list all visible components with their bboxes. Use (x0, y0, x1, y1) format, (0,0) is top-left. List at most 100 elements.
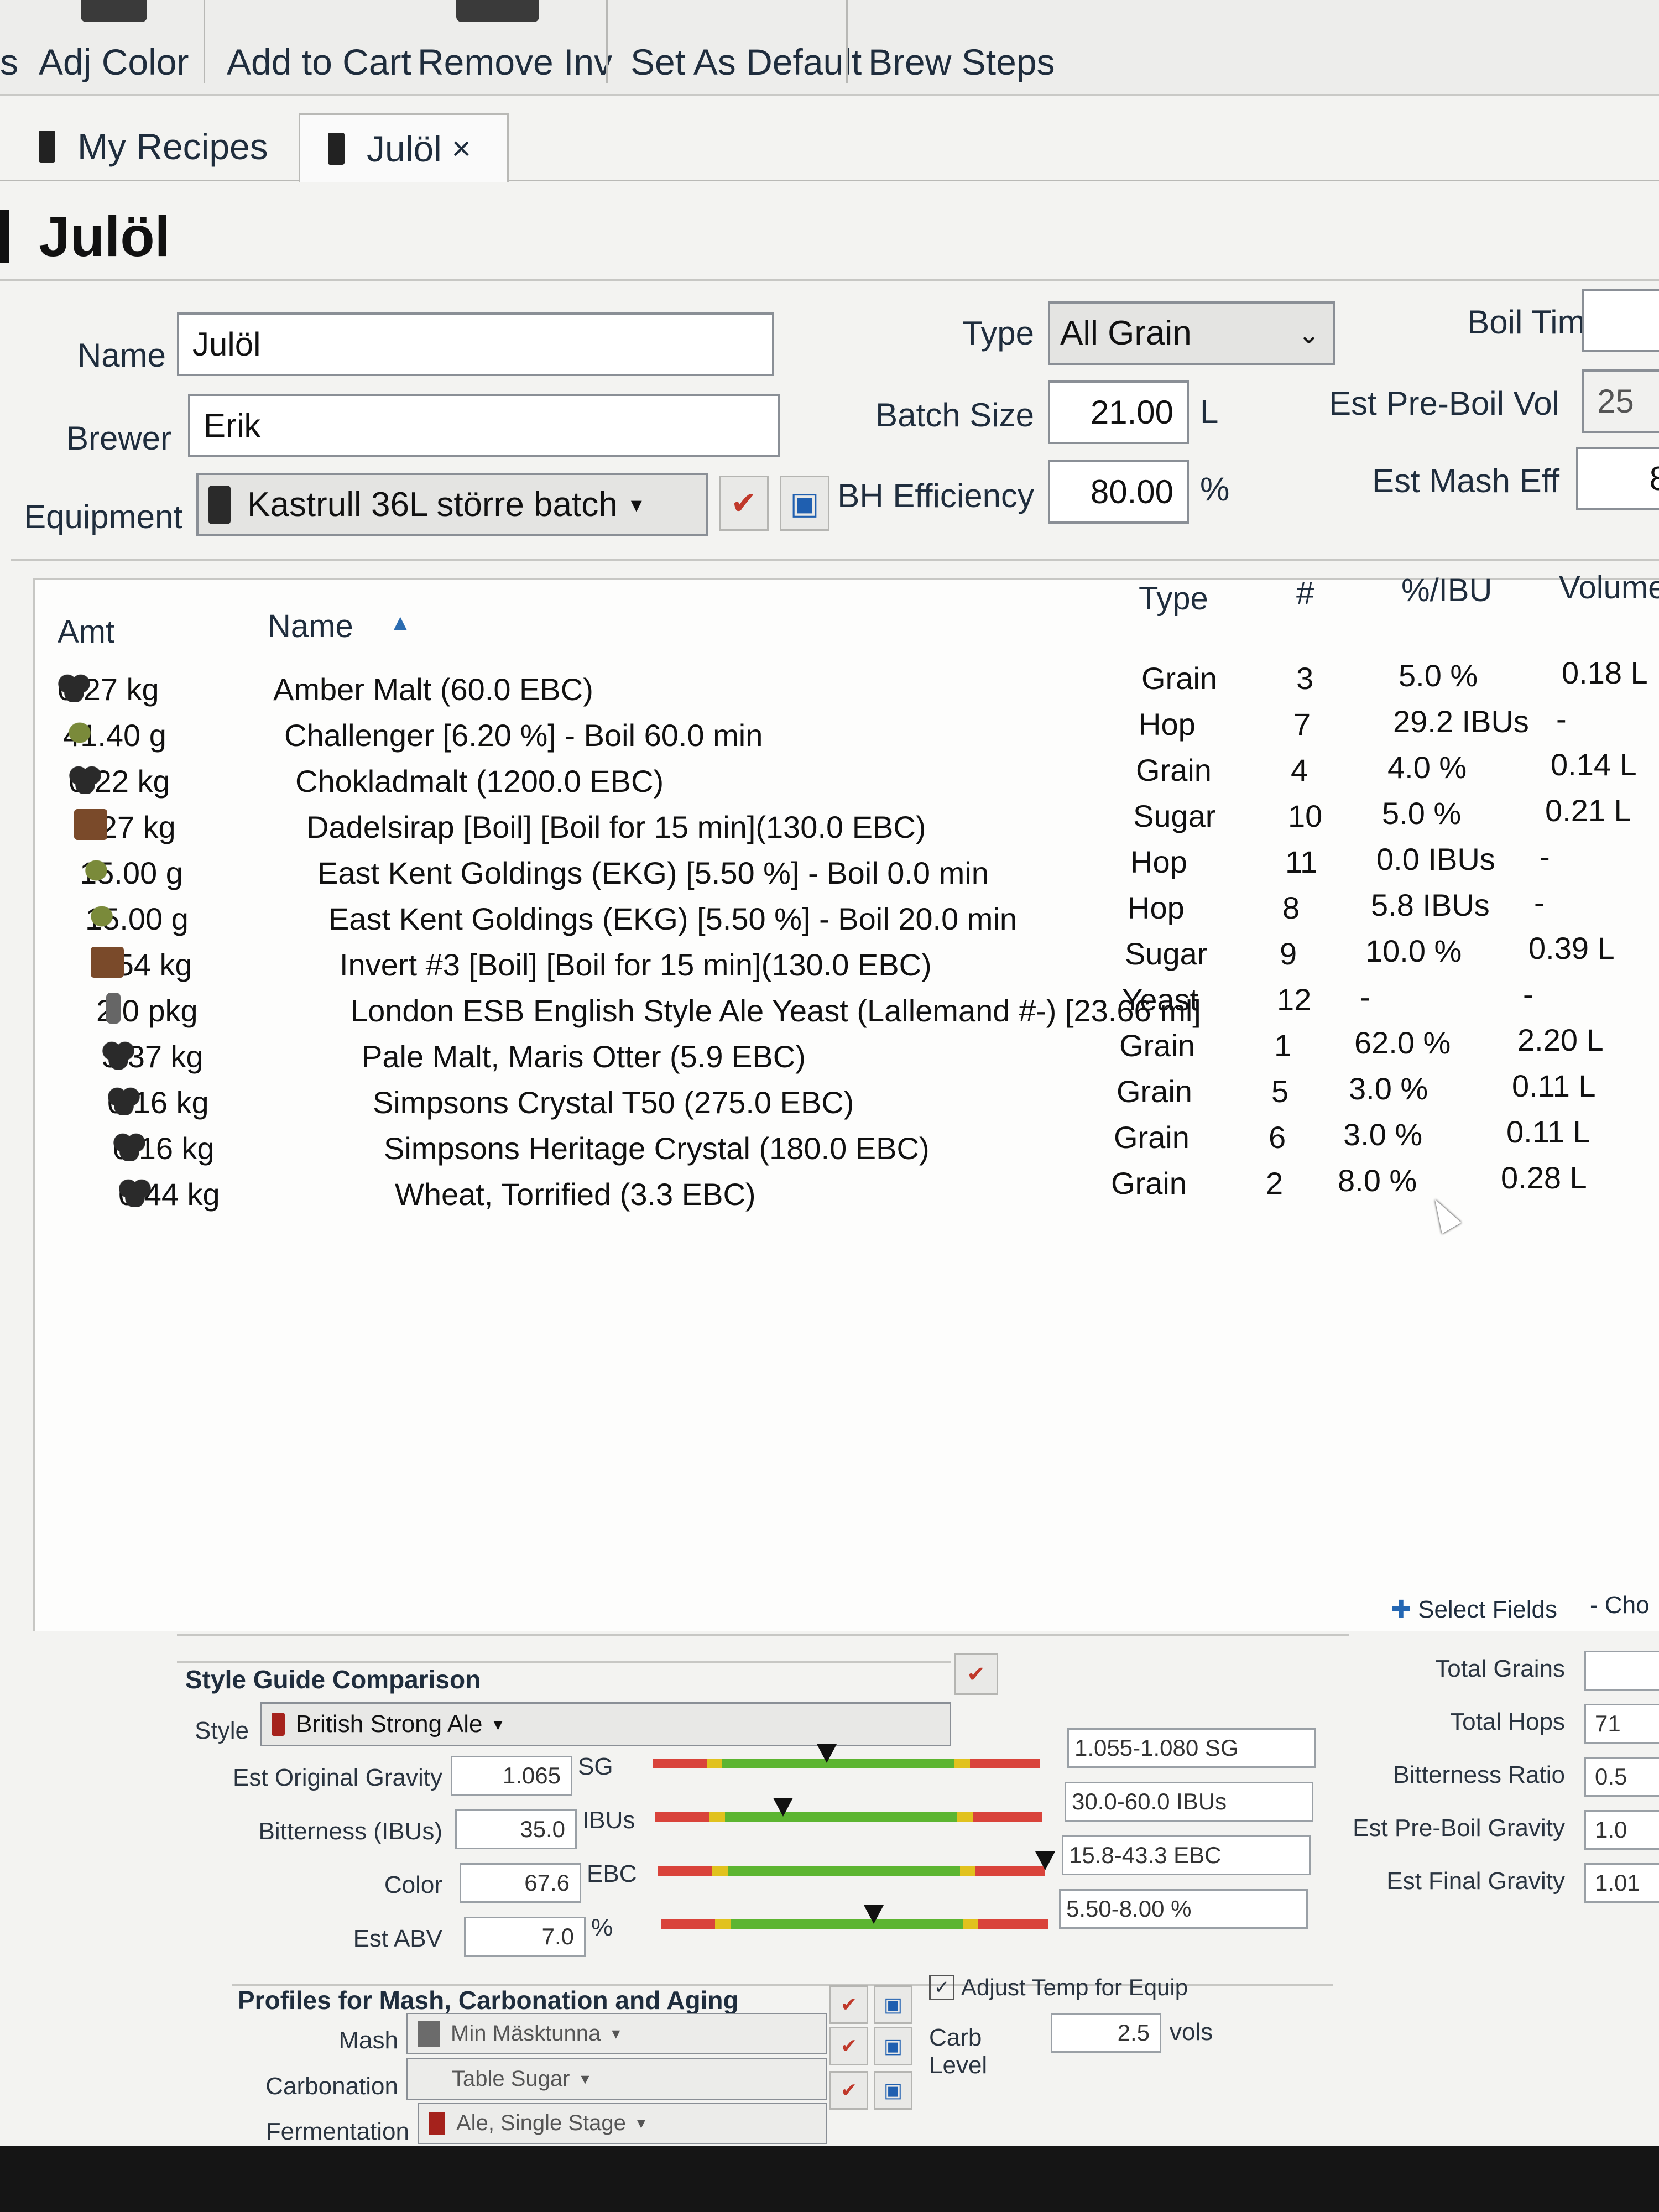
carb-save-button[interactable]: ▣ (874, 2027, 912, 2065)
brewer-field[interactable]: Erik (188, 394, 780, 457)
percent-ibu-cell: 10.0 % (1365, 933, 1462, 968)
fermentation-label: Fermentation (265, 2118, 409, 2145)
adjust-temp-checkbox[interactable]: ✓ Adjust Temp for Equip (929, 1974, 1188, 2001)
name-field[interactable]: Julöl (177, 312, 774, 376)
name-cell: Wheat, Torrified (3.3 EBC) (395, 1177, 756, 1212)
checkmark-icon: ✔ (840, 2034, 858, 2057)
table-row[interactable]: 0.54 kg Invert #3 [Boil] [Boil for 15 min… (35, 931, 1659, 992)
mash-tun-icon (418, 2021, 440, 2047)
number-cell: 3 (1296, 661, 1314, 696)
checkmark-icon: ✔ (840, 1993, 858, 2016)
style-metric-label: Color (384, 1871, 442, 1898)
save-equipment-button[interactable]: ▣ (780, 476, 830, 531)
stat-value: 71 (1584, 1704, 1659, 1744)
name-cell: Invert #3 [Boil] [Boil for 15 min](130.0… (340, 947, 932, 982)
style-metric-value: 7.0 (464, 1917, 586, 1957)
type-select[interactable]: All Grain ⌄ (1048, 301, 1335, 365)
tab-julol[interactable]: Julöl × (299, 113, 509, 182)
column-header-number[interactable]: # (1296, 575, 1314, 612)
est-preboil-vol-label: Est Pre-Boil Vol (1329, 385, 1559, 422)
checkmark-icon: ✔ (731, 486, 757, 520)
stat-label: Est Final Gravity (1386, 1867, 1565, 1895)
grain-icon (113, 1130, 146, 1161)
name-cell: Chokladmalt (1200.0 EBC) (295, 764, 664, 799)
brew-steps-button[interactable]: Brew Steps (868, 22, 1055, 88)
number-cell: 7 (1293, 707, 1311, 742)
percent-ibu-cell: 5.0 % (1399, 658, 1478, 693)
table-row[interactable]: 0.44 kg Wheat, Torrified (3.3 EBC) Grain 2 8… (35, 1160, 1659, 1222)
volume-cell: - (1540, 839, 1550, 874)
name-cell: East Kent Goldings (EKG) [5.50 %] - Boil… (317, 855, 989, 890)
divider (11, 559, 1659, 561)
yeast-icon (106, 993, 121, 1024)
tab-my-recipes[interactable]: My Recipes (39, 113, 282, 180)
save-icon: ▣ (883, 1993, 902, 2016)
mash-check-button[interactable]: ✔ (830, 1985, 868, 2024)
volume-cell: - (1556, 701, 1567, 736)
batch-size-field[interactable]: 21.00 (1048, 380, 1189, 444)
style-metric-value: 1.065 (451, 1756, 572, 1796)
mash-save-button[interactable]: ▣ (874, 1985, 912, 2024)
grain-icon (58, 671, 91, 702)
name-cell: Pale Malt, Maris Otter (5.9 EBC) (362, 1039, 806, 1074)
fermentation-profile-select[interactable]: Ale, Single Stage ▾ (418, 2103, 827, 2144)
set-as-default-label: Set As Default (630, 41, 862, 82)
style-range-bar (661, 1905, 1048, 1929)
adj-color-button[interactable]: Adj Color (39, 0, 189, 88)
toolbar-item-partial[interactable]: s (0, 22, 18, 88)
type-cell: Grain (1117, 1074, 1192, 1109)
recipe-book-icon (39, 131, 55, 163)
carb-check-button[interactable]: ✔ (830, 2027, 868, 2065)
style-select[interactable]: British Strong Ale ▾ (260, 1702, 951, 1746)
percent-ibu-cell: 0.0 IBUs (1376, 842, 1495, 877)
save-icon: ▣ (790, 486, 820, 520)
adj-color-icon (80, 0, 147, 22)
column-header-type[interactable]: Type (1139, 580, 1208, 617)
range-segment (960, 1866, 975, 1876)
chevron-down-icon: ▾ (637, 2114, 645, 2132)
number-cell: 4 (1291, 753, 1308, 787)
equipment-select[interactable]: Kastrull 36L större batch ▾ (196, 473, 708, 536)
hop-icon (85, 901, 118, 932)
percent-ibu-cell: 5.0 % (1382, 796, 1462, 831)
ingredient-table: Amt Name ▲ Type # %/IBU Volume 0.27 kg Am… (33, 570, 1659, 1631)
select-fields-button[interactable]: ✚ Select Fields (1391, 1595, 1557, 1624)
column-header-percent-ibu[interactable]: %/IBU (1401, 572, 1492, 609)
range-segment (722, 1759, 954, 1768)
est-preboil-vol-field: 25 (1582, 369, 1659, 433)
number-cell: 11 (1285, 844, 1318, 879)
tab-label: My Recipes (77, 126, 268, 167)
amount-cell: 15.00 g (80, 855, 183, 891)
style-check-button[interactable]: ✔ (954, 1653, 998, 1695)
volume-cell: - (1523, 977, 1533, 1011)
style-metric-label: Est ABV (353, 1925, 442, 1952)
equipment-label: Equipment (24, 498, 182, 535)
set-as-default-button[interactable]: Set As Default (630, 22, 862, 88)
ferm-check-button[interactable]: ✔ (830, 2071, 868, 2110)
carbonation-profile-select[interactable]: Table Sugar ▾ (406, 2058, 827, 2100)
add-to-cart-button[interactable]: Add to Cart (227, 22, 411, 88)
column-header-volume[interactable]: Volume (1559, 569, 1659, 606)
boil-time-field[interactable] (1582, 289, 1659, 352)
ferm-save-button[interactable]: ▣ (874, 2071, 912, 2110)
percent-ibu-cell: 62.0 % (1354, 1025, 1451, 1060)
remove-inv-button[interactable]: Remove Inv (418, 0, 612, 88)
toolbar-separator (606, 0, 608, 83)
type-label: Type (962, 315, 1034, 352)
choose-link[interactable]: - Cho (1590, 1592, 1650, 1619)
column-header-amt[interactable]: Amt (58, 613, 114, 650)
checkmark-icon: ✔ (967, 1662, 985, 1687)
bh-efficiency-field[interactable]: 80.00 (1048, 460, 1189, 524)
style-range-field: 5.50-8.00 % (1059, 1889, 1308, 1929)
check-equipment-button[interactable]: ✔ (719, 476, 769, 531)
column-header-name[interactable]: Name (268, 608, 353, 645)
volume-cell: 0.18 L (1562, 655, 1648, 690)
mash-profile-select[interactable]: Min Mäsktunna ▾ (406, 2013, 827, 2054)
close-icon[interactable]: × (452, 129, 471, 168)
style-range-bar (658, 1851, 1055, 1876)
beer-glass-icon (272, 1713, 285, 1736)
range-segment (655, 1812, 709, 1822)
name-cell: Dadelsirap [Boil] [Boil for 15 min](130.… (306, 810, 926, 844)
carb-level-field[interactable]: 2.5 (1051, 2013, 1161, 2053)
adjust-temp-label: Adjust Temp for Equip (961, 1974, 1188, 2000)
